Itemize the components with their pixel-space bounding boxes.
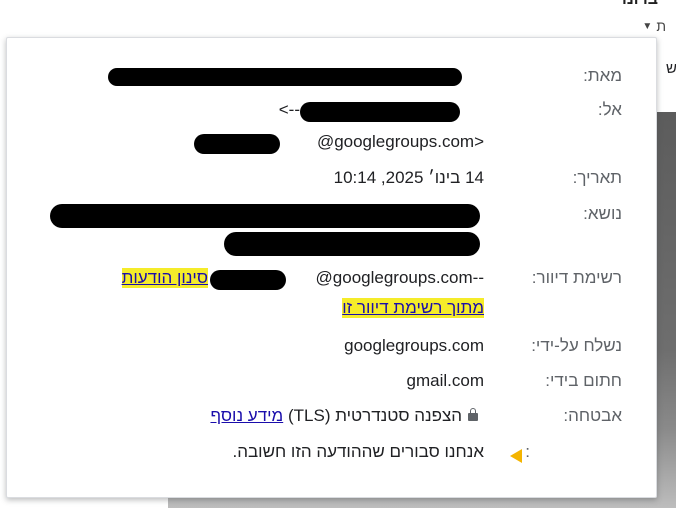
signed-by-label: חתום בידי: <box>545 371 622 390</box>
chevron-down-icon[interactable]: ▼ <box>642 21 652 32</box>
to-domain: @googlegroups.com> <box>316 132 484 151</box>
redacted-to-user <box>194 134 280 154</box>
filter-messages-link[interactable]: סינון הודעות <box>121 268 208 288</box>
reply-hint[interactable]: ▼ ת <box>642 18 666 34</box>
redacted-subject-1 <box>50 204 480 228</box>
to-label: אל: <box>597 100 622 119</box>
mailed-by-label: נשלח על-ידי: <box>531 336 622 355</box>
mailing-list-address: @googlegroups.com-- <box>315 268 484 287</box>
redacted-list-user <box>210 270 286 290</box>
security-label: אבטחה: <box>563 406 622 425</box>
message-details-popup: מאת: אל: <-- @googlegroups.com> תאריך: 1… <box>6 37 657 498</box>
date-row: תאריך: 14 בינו׳ 2025, 10:14 <box>27 168 622 192</box>
importance-value: אנחנו סבורים שההודעה הזו חשובה. <box>232 442 485 461</box>
from-row: מאת: <box>27 66 622 90</box>
from-this-list-link[interactable]: מתוך רשימת דיוור זו <box>342 298 484 318</box>
body-text-fragment: ש <box>666 60 676 77</box>
security-value: הצפנה סטנדרטית (TLS) <box>287 406 462 425</box>
mailing-list-row: רשימת דיוור: @googlegroups.com-- סינון ה… <box>27 268 622 324</box>
importance-label: : <box>525 442 530 461</box>
reply-hint-text: ת <box>656 18 666 34</box>
email-title-fragment: ברונו <box>622 0 658 9</box>
mailed-by-row: נשלח על-ידי: googlegroups.com <box>27 336 622 360</box>
signed-by-row: חתום בידי: gmail.com <box>27 371 622 395</box>
redacted-subject-2 <box>224 232 480 256</box>
learn-more-link[interactable]: מידע נוסף <box>210 406 283 425</box>
importance-row: : אנחנו סבורים שההודעה הזו חשובה. <box>27 442 622 466</box>
redacted-from <box>108 68 462 86</box>
redacted-to-name <box>300 102 460 122</box>
date-label: תאריך: <box>572 168 622 187</box>
to-arrow: <-- <box>278 100 300 119</box>
date-value: 14 בינו׳ 2025, 10:14 <box>333 168 484 187</box>
security-row: אבטחה: הצפנה סטנדרטית (TLS) מידע נוסף <box>27 406 622 430</box>
importance-marker-icon <box>510 445 522 465</box>
signed-by-value: gmail.com <box>406 371 484 390</box>
from-label: מאת: <box>583 66 622 85</box>
subject-label: נושא: <box>583 204 622 223</box>
mailed-by-value: googlegroups.com <box>344 336 484 355</box>
lock-icon <box>468 407 478 421</box>
subject-row: נושא: <box>27 204 622 256</box>
security-value-group: הצפנה סטנדרטית (TLS) מידע נוסף <box>210 406 484 426</box>
mailing-list-label: רשימת דיוור: <box>531 268 622 287</box>
to-row: אל: <-- @googlegroups.com> <box>27 98 622 158</box>
